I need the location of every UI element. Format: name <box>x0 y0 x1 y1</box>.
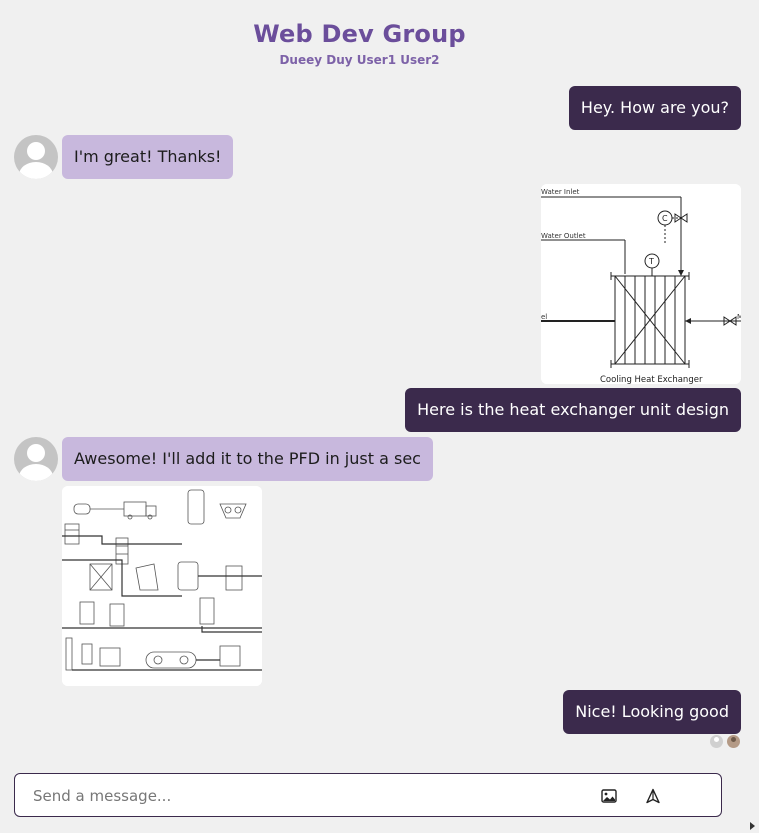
send-icon[interactable] <box>643 786 663 806</box>
diagram-label-water-outlet: Water Outlet <box>541 232 586 240</box>
pfd-diagram <box>62 486 262 686</box>
avatar[interactable] <box>14 135 58 179</box>
diagram-label-c: C <box>662 214 668 223</box>
diagram-caption: Cooling Heat Exchanger <box>600 375 703 384</box>
pfd-image[interactable] <box>62 486 262 686</box>
image-icon[interactable] <box>599 786 619 806</box>
group-title: Web Dev Group <box>253 20 466 48</box>
diagram-label-el: el <box>541 313 547 321</box>
read-receipts <box>710 735 742 748</box>
message-bubble-incoming: Awesome! I'll add it to the PFD in just … <box>62 437 433 481</box>
heat-exchanger-diagram: Water Inlet Water Outlet C T el M Coolin… <box>541 184 741 384</box>
heat-exchanger-image[interactable]: Water Inlet Water Outlet C T el M Coolin… <box>541 184 741 384</box>
read-receipt-avatar <box>727 735 740 748</box>
avatar[interactable] <box>14 437 58 481</box>
group-members: Dueey Duy User1 User2 <box>279 53 440 67</box>
diagram-label-t: T <box>648 257 654 266</box>
scroll-arrow-icon[interactable] <box>750 822 755 830</box>
message-input[interactable] <box>33 784 573 808</box>
message-composer <box>14 773 722 817</box>
read-receipt-avatar <box>710 735 723 748</box>
message-bubble-outgoing: Here is the heat exchanger unit design <box>405 388 741 432</box>
message-bubble-outgoing: Hey. How are you? <box>568 86 741 130</box>
diagram-label-m: M <box>737 313 741 321</box>
message-bubble-incoming: I'm great! Thanks! <box>62 135 234 179</box>
message-bubble-outgoing: Nice! Looking good <box>563 690 741 734</box>
diagram-label-water-inlet: Water Inlet <box>541 188 580 196</box>
